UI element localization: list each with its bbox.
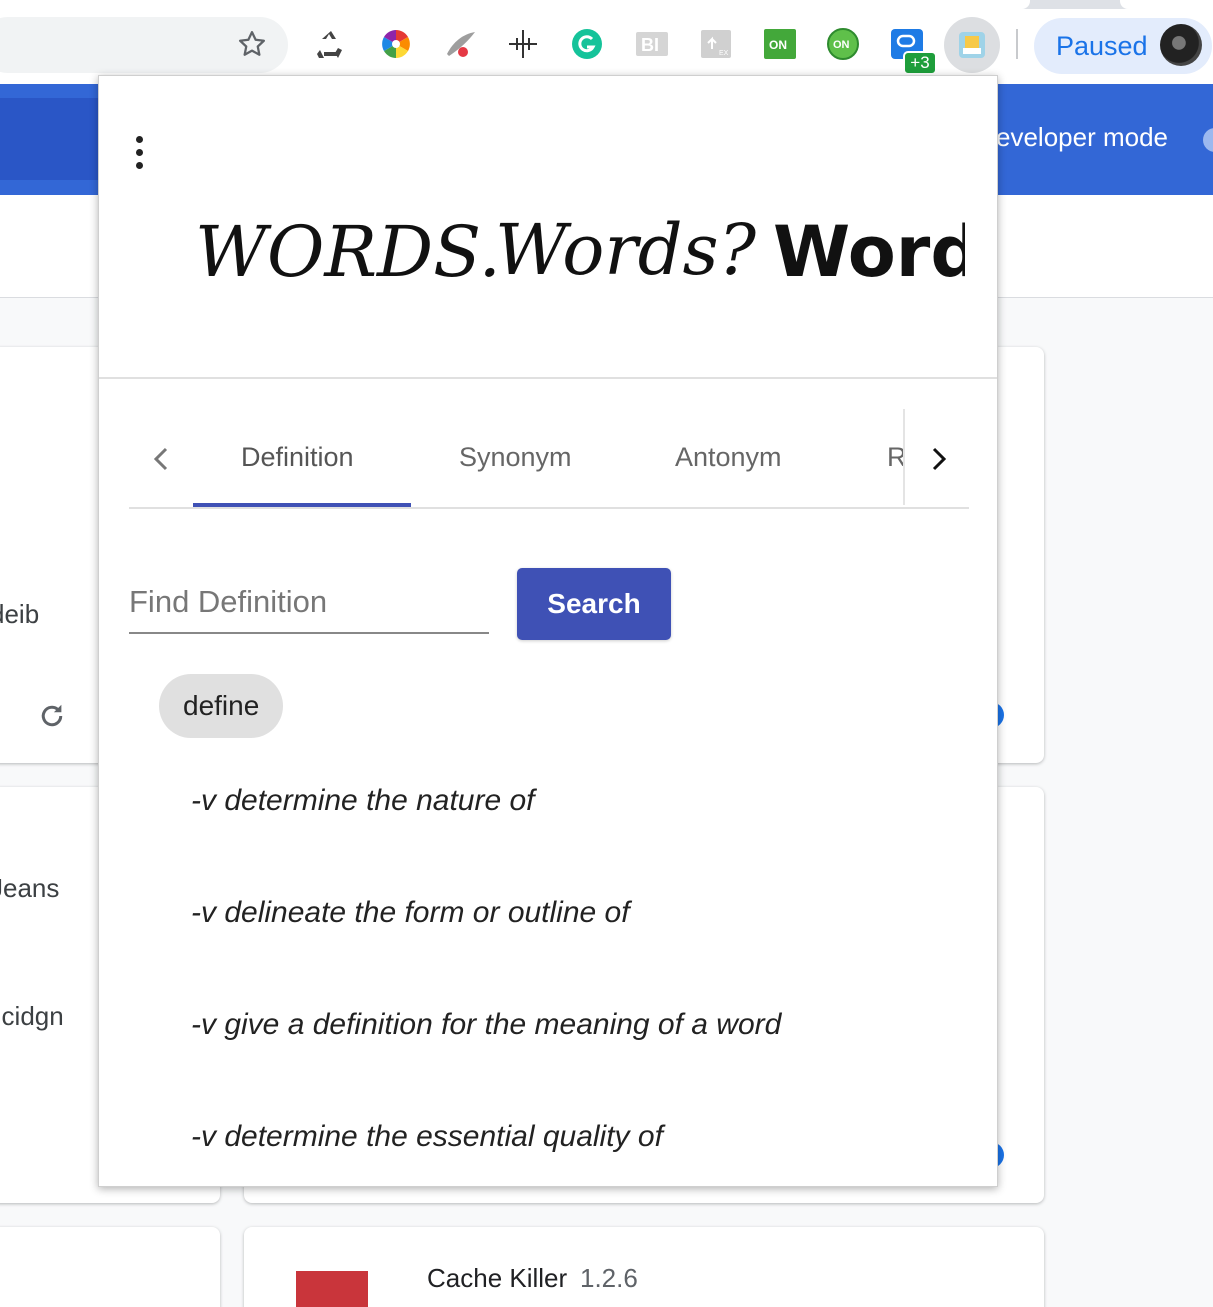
bookmark-star-icon[interactable] (234, 26, 270, 62)
feather-icon[interactable] (443, 27, 477, 61)
developer-mode-label: eveloper mode (996, 122, 1168, 152)
definition-item: -v determine the nature of (191, 784, 535, 817)
words-extension-icon[interactable] (944, 17, 1000, 73)
recycle-icon[interactable] (314, 27, 348, 61)
tab-synonym[interactable]: Synonym (459, 442, 572, 473)
on-round-icon[interactable]: ON (826, 27, 860, 61)
extension-name-fragment: Jeans (0, 873, 60, 903)
extension-name: Cache Killer (427, 1263, 568, 1293)
definition-search-field (129, 574, 489, 634)
svg-text:ON: ON (769, 38, 787, 52)
chevron-right-icon[interactable] (921, 439, 957, 479)
words-popup: WORDS. Words? Words! Definition Synonym … (98, 75, 998, 1187)
tab-strip (0, 0, 1213, 9)
active-tab-edge[interactable] (0, 0, 1030, 9)
profile-button[interactable]: Paused (1034, 18, 1212, 74)
grammarly-icon[interactable] (570, 27, 604, 61)
chevron-left-icon[interactable] (143, 441, 179, 477)
logo-word-2: Words? (495, 209, 757, 291)
word-chip[interactable]: define (159, 674, 284, 738)
bi-icon[interactable]: BI (635, 27, 669, 61)
reload-icon[interactable] (30, 694, 74, 738)
definition-item: -v delineate the form or outline of (191, 896, 630, 929)
svg-text:EX: EX (719, 50, 729, 57)
browser-toolbar: BI EX ON ON +3 Paused (0, 0, 1213, 84)
on-square-icon[interactable]: ON (763, 27, 797, 61)
extension-id-fragment: llcidgn (0, 1001, 64, 1031)
color-wheel-icon[interactable] (379, 27, 413, 61)
tab-edge[interactable] (1120, 0, 1213, 9)
definition-item: -v give a definition for the meaning of … (191, 1008, 782, 1041)
definition-search-input[interactable] (129, 574, 489, 630)
svg-text:ON: ON (833, 39, 850, 51)
tab-bar: Definition Synonym Antonym R (129, 409, 969, 509)
avatar (1160, 24, 1202, 66)
cache-killer-icon (296, 1271, 368, 1307)
logo-word-3: Words! (773, 211, 965, 293)
svg-text:BI: BI (641, 35, 659, 55)
extensions-count-badge: +3 (903, 51, 937, 75)
logo-word-1: WORDS. (195, 211, 501, 293)
extension-version: 1.2.6 (580, 1263, 638, 1293)
words-logo: WORDS. Words? Words! (195, 209, 965, 293)
upload-icon[interactable]: EX (699, 27, 733, 61)
toolbar-divider (1016, 29, 1018, 59)
move-cross-icon[interactable] (506, 27, 540, 61)
search-button[interactable]: Search (517, 568, 671, 640)
extension-id-fragment: deib (0, 599, 40, 629)
header-divider (99, 377, 997, 379)
tab-antonym[interactable]: Antonym (675, 442, 782, 473)
tab-definition[interactable]: Definition (241, 442, 354, 473)
sync-paused-label: Paused (1056, 31, 1148, 61)
definition-item: -v determine the essential quality of (191, 1120, 663, 1153)
active-tab-indicator (193, 503, 411, 507)
developer-mode-toggle[interactable] (1203, 128, 1213, 152)
extension-card (0, 1227, 220, 1307)
more-menu-icon[interactable] (127, 136, 151, 174)
extension-card-cache-killer: Cache Killer 1.2.6 (244, 1227, 1044, 1307)
